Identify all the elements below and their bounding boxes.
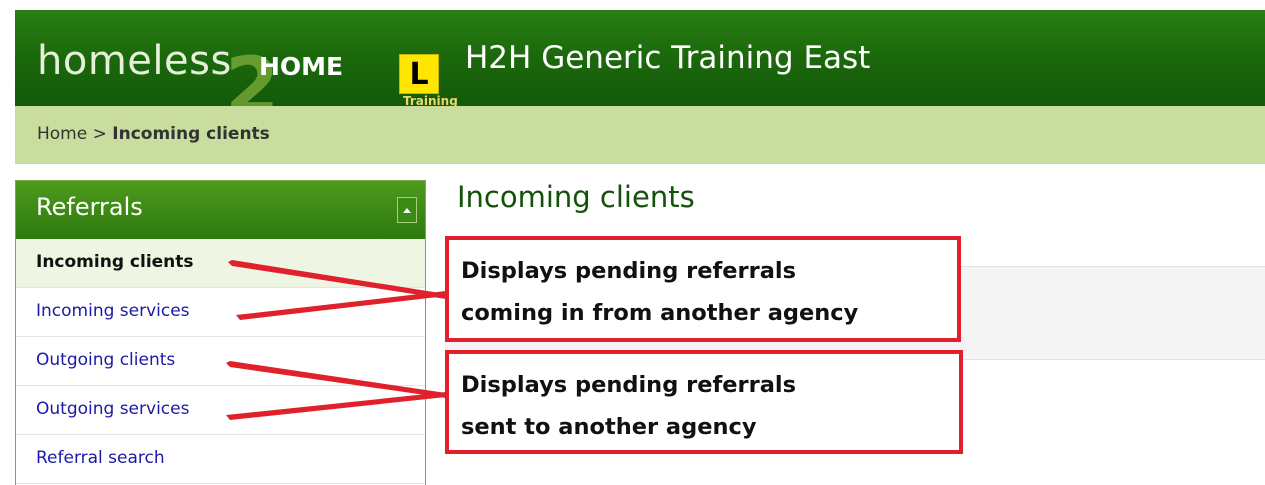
arrow-incoming-clients — [228, 260, 446, 299]
page: homeless 2 HOME L Training H2H Generic T… — [0, 0, 1265, 485]
annotation-arrows — [226, 260, 446, 420]
arrow-outgoing-services — [226, 392, 446, 420]
arrow-outgoing-clients — [226, 361, 446, 398]
arrow-incoming-services — [236, 291, 446, 320]
